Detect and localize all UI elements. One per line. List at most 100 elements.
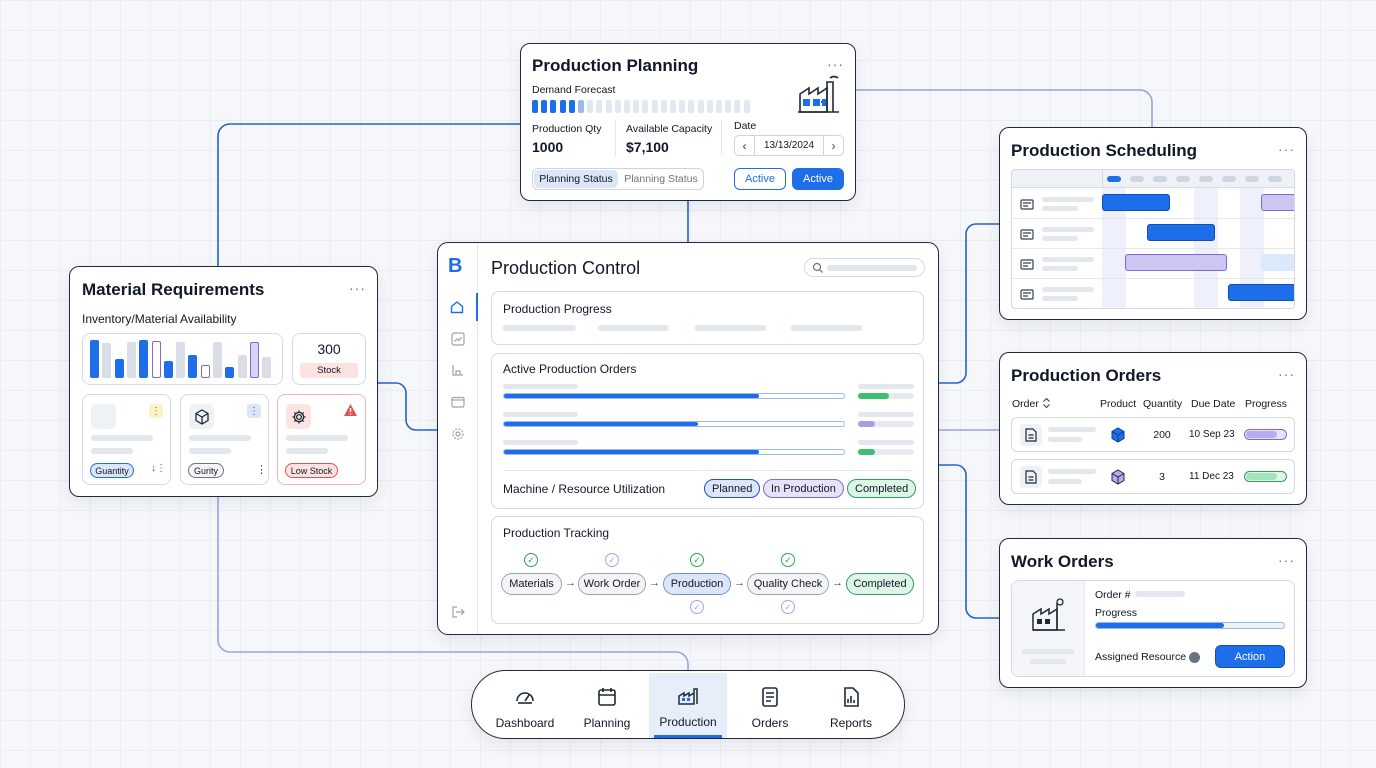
inventory-bar-chart [82, 333, 283, 385]
cube-icon [189, 404, 214, 429]
gantt-task-bar [1102, 194, 1170, 211]
material-tile-low-stock[interactable]: Low Stock [277, 394, 366, 485]
resource-avatar[interactable] [1189, 652, 1200, 663]
folder-icon[interactable] [451, 395, 465, 414]
table-row[interactable]: 3 11 Dec 23 [1011, 459, 1295, 494]
check-icon: ✓ [690, 600, 704, 614]
material-tile-quality[interactable]: ⋮ Gurity ⋮ [180, 394, 269, 485]
tracking-title: Production Tracking [503, 526, 610, 540]
step-completed[interactable]: Completed [846, 573, 914, 595]
inventory-bar [90, 340, 99, 378]
cube-icon [1110, 469, 1126, 485]
nav-dashboard[interactable]: Dashboard [486, 671, 564, 739]
check-icon: ✓ [781, 553, 795, 567]
date-picker[interactable]: ‹ 13/13/2024 › [734, 135, 844, 156]
bottom-nav: Dashboard Planning Production Orders Rep… [471, 670, 905, 739]
orders-icon [762, 687, 778, 707]
order-progress-bar [503, 421, 845, 427]
action-button[interactable]: Action [1215, 645, 1285, 668]
demand-segment [734, 100, 741, 113]
date-value[interactable]: 13/13/2024 [755, 136, 823, 155]
material-subtitle: Inventory/Material Availability [82, 312, 237, 326]
table-row[interactable]: 200 10 Sep 23 [1011, 417, 1295, 452]
inventory-bar [151, 341, 161, 378]
home-icon[interactable] [438, 293, 478, 321]
planning-status-tab-active[interactable]: Planning Status [534, 170, 618, 188]
inventory-bar [163, 361, 173, 378]
alert-icon: ↓⋮ [151, 463, 166, 474]
status-chip-planned[interactable]: Planned [704, 479, 761, 498]
material-requirements-card: Material Requirements ··· Inventory/Mate… [69, 266, 378, 497]
step-materials[interactable]: Materials [501, 573, 562, 595]
step-quality-check[interactable]: Quality Check [747, 573, 829, 595]
inventory-bar [102, 343, 112, 378]
planning-more-button[interactable]: ··· [827, 56, 844, 72]
material-more-button[interactable]: ··· [349, 280, 366, 296]
demand-segment [605, 100, 612, 113]
machine-icon [1020, 227, 1034, 240]
chart-icon[interactable] [451, 332, 465, 351]
more-vertical-icon[interactable]: ⋮ [256, 463, 267, 476]
inventory-bar [249, 342, 259, 378]
control-sidebar: B [438, 243, 478, 634]
stock-value: 300 [317, 341, 341, 357]
document-icon [1020, 424, 1042, 446]
demand-segment [559, 100, 566, 113]
order-quantity: 200 [1153, 429, 1171, 441]
reports-icon [844, 687, 859, 707]
demand-segment [660, 100, 667, 113]
work-progress-bar [1095, 622, 1285, 629]
order-progress-bar [503, 449, 845, 455]
assigned-resource-label: Assigned Resource [1095, 651, 1187, 663]
factory-icon [797, 74, 841, 121]
dashboard-icon [516, 692, 534, 704]
step-work-order[interactable]: Work Order [578, 573, 646, 595]
step-production[interactable]: Production [663, 573, 731, 595]
calendar-icon [598, 688, 616, 706]
active-solid-button[interactable]: Active [792, 168, 844, 190]
demand-segment [568, 100, 575, 113]
material-tile-quantity[interactable]: ⋮ Guantity ↓⋮ [82, 394, 171, 485]
check-icon: ✓ [690, 553, 704, 567]
utilization-fill [858, 421, 875, 427]
production-qty-value: 1000 [532, 139, 564, 155]
scheduling-title: Production Scheduling [1011, 141, 1198, 160]
inventory-bar [262, 357, 272, 378]
inventory-bar [213, 342, 222, 378]
demand-segment [541, 100, 548, 113]
active-outline-button[interactable]: Active [734, 168, 786, 190]
scheduling-more-button[interactable]: ··· [1278, 141, 1295, 157]
order-progress-bar [1244, 471, 1287, 482]
logout-icon[interactable] [451, 605, 465, 624]
date-next-button[interactable]: › [823, 136, 843, 155]
factory-icon [1031, 597, 1067, 638]
search-input[interactable] [804, 258, 925, 277]
planning-title: Production Planning [532, 56, 699, 75]
inventory-bar [200, 365, 210, 378]
production-progress-panel: Production Progress [491, 291, 924, 345]
check-icon: ✓ [605, 553, 619, 567]
inventory-bar [225, 367, 235, 378]
nav-orders-label: Orders [751, 716, 789, 730]
nav-planning[interactable]: Planning [568, 671, 646, 739]
nav-production-label: Production [659, 715, 717, 729]
settings-icon[interactable] [451, 427, 465, 446]
gantt-task-bar [1261, 194, 1294, 211]
demand-forecast-bar [532, 100, 762, 114]
nav-reports[interactable]: Reports [812, 671, 890, 739]
quantity-tag: Guantity [90, 463, 134, 478]
date-prev-button[interactable]: ‹ [735, 136, 755, 155]
order-progress-fill [1246, 473, 1278, 480]
status-chip-in-production[interactable]: In Production [763, 479, 844, 498]
machine-icon[interactable] [451, 363, 465, 382]
machine-icon [1020, 287, 1034, 300]
planning-status-tab[interactable]: Planning Status [619, 170, 703, 188]
work-order-item: Order # Progress Assigned Resource Actio… [1011, 580, 1295, 677]
work-more-button[interactable]: ··· [1278, 552, 1295, 568]
order-quantity: 3 [1159, 471, 1165, 483]
nav-orders[interactable]: Orders [731, 671, 809, 739]
nav-production[interactable]: Production [649, 673, 727, 738]
status-chip-completed[interactable]: Completed [847, 479, 917, 498]
utilization-bar [858, 393, 914, 399]
check-icon: ✓ [524, 553, 538, 567]
